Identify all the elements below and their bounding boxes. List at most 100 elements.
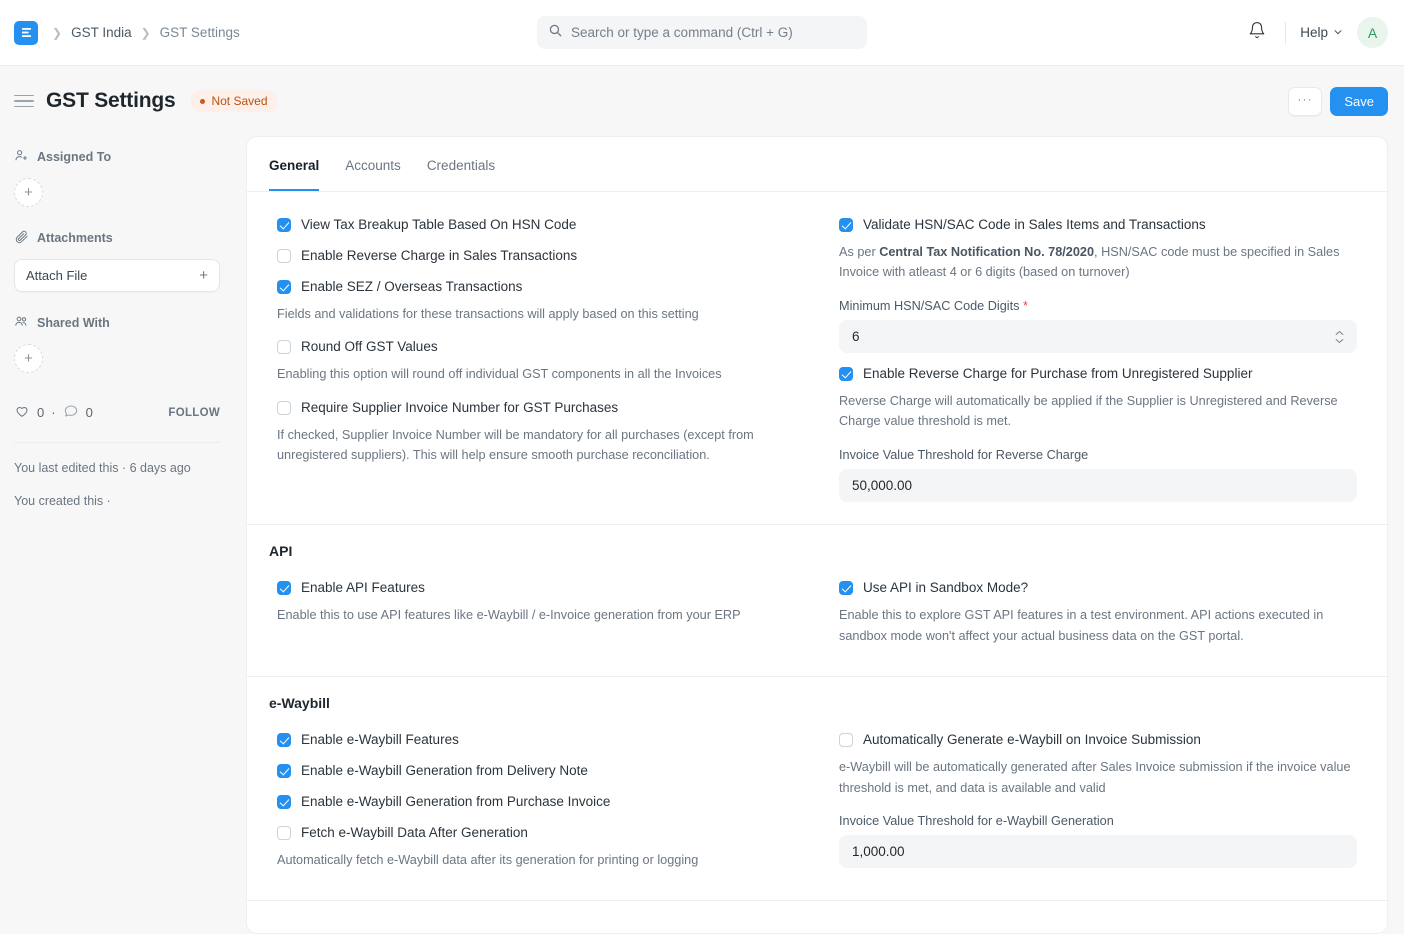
page-header: GST Settings Not Saved ··· Save [0,66,1404,136]
last-edited-text: You last edited this · 6 days ago [14,459,220,478]
heart-icon[interactable] [14,403,30,422]
checkbox-input[interactable] [277,218,291,232]
add-share-button[interactable]: + [14,344,43,373]
like-count: 0 [37,405,44,420]
section-api: API Enable API Features Enable this to u… [247,525,1387,677]
checkbox-label: Enable e-Waybill Features [301,732,459,749]
checkbox-reverse-charge-unregistered-supplier[interactable]: Enable Reverse Charge for Purchase from … [831,359,1365,390]
checkbox-label: Enable Reverse Charge for Purchase from … [863,366,1252,383]
required-asterisk: * [1023,299,1028,313]
checkbox-input[interactable] [277,401,291,415]
checkbox-input[interactable] [277,280,291,294]
tab-credentials[interactable]: Credentials [427,137,495,191]
help-menu-button[interactable]: Help [1300,25,1343,40]
top-navbar: ❯ GST India ❯ GST Settings Help [0,0,1404,66]
checkbox-label: Require Supplier Invoice Number for GST … [301,400,618,417]
add-assignment-button[interactable]: + [14,178,43,207]
checkbox-input[interactable] [277,764,291,778]
checkbox-input[interactable] [277,249,291,263]
checkbox-ewaybill-from-delivery-note[interactable]: Enable e-Waybill Generation from Deliver… [269,756,803,787]
checkbox-label: Enable e-Waybill Generation from Deliver… [301,763,588,780]
checkbox-input[interactable] [277,826,291,840]
social-bar: 0 · 0 FOLLOW [14,403,220,422]
checkbox-label: Enable API Features [301,580,425,597]
min-hsn-digits-input[interactable]: 6 [839,320,1357,353]
search-input[interactable] [571,25,856,40]
page-header-actions: ··· Save [1288,87,1388,116]
checkbox-fetch-ewaybill-data[interactable]: Fetch e-Waybill Data After Generation [269,818,803,849]
checkbox-use-api-sandbox-mode[interactable]: Use API in Sandbox Mode? [831,573,1365,604]
breadcrumb-item-gst-india[interactable]: GST India [71,25,132,40]
save-button[interactable]: Save [1330,87,1388,116]
breadcrumb-item-gst-settings[interactable]: GST Settings [160,25,240,40]
checkbox-input[interactable] [839,367,853,381]
search-icon [548,23,563,43]
comment-icon[interactable] [63,403,79,422]
help-text-reverse-charge: Reverse Charge will automatically be app… [831,390,1365,440]
checkbox-input[interactable] [277,733,291,747]
notification-reference-link[interactable]: Central Tax Notification No. 78/2020 [879,245,1094,259]
checkbox-input[interactable] [277,581,291,595]
user-plus-icon [14,148,29,166]
checkbox-require-supplier-invoice-number[interactable]: Require Supplier Invoice Number for GST … [269,393,803,424]
help-text-api-features: Enable this to use API features like e-W… [269,604,803,634]
checkbox-enable-api-features[interactable]: Enable API Features [269,573,803,604]
tab-accounts[interactable]: Accounts [345,137,401,191]
attach-file-label: Attach File [26,268,87,283]
help-text-validate-hsn: As per Central Tax Notification No. 78/2… [831,241,1365,291]
follow-button[interactable]: FOLLOW [168,407,220,419]
form-card: General Accounts Credentials View Tax Br… [246,136,1388,934]
status-badge: Not Saved [191,90,276,112]
checkbox-label: Round Off GST Values [301,339,438,356]
breadcrumb: ❯ GST India ❯ GST Settings [52,25,240,40]
plus-icon: + [24,184,33,201]
api-right-column: Use API in Sandbox Mode? Enable this to … [831,573,1365,654]
help-text-supplier-invoice-number: If checked, Supplier Invoice Number will… [269,424,803,474]
help-text-fetch-ewaybill: Automatically fetch e-Waybill data after… [269,849,803,879]
assigned-to-header: Assigned To [14,148,220,166]
checkbox-ewaybill-from-purchase-invoice[interactable]: Enable e-Waybill Generation from Purchas… [269,787,803,818]
checkbox-input[interactable] [839,581,853,595]
checkbox-auto-generate-ewaybill[interactable]: Automatically Generate e-Waybill on Invo… [831,725,1365,756]
help-text-prefix: As per [839,245,879,259]
avatar[interactable]: A [1357,17,1388,48]
users-icon [14,314,29,332]
help-label: Help [1300,25,1328,40]
app-logo-icon[interactable] [14,21,38,45]
notifications-button[interactable] [1243,19,1271,47]
shared-with-section: Shared With + [14,314,220,373]
field-label: Invoice Value Threshold for Reverse Char… [839,448,1357,462]
checkbox-input[interactable] [839,218,853,232]
checkbox-input[interactable] [277,795,291,809]
checkbox-enable-ewaybill-features[interactable]: Enable e-Waybill Features [269,725,803,756]
tab-general[interactable]: General [269,137,319,191]
checkbox-label: Automatically Generate e-Waybill on Invo… [863,732,1201,749]
threshold-ewaybill-input[interactable]: 1,000.00 [839,835,1357,868]
attach-file-button[interactable]: Attach File + [14,259,220,292]
help-text-round-off: Enabling this option will round off indi… [269,363,803,393]
section-title-api: API [269,543,1365,559]
checkbox-enable-sez-overseas[interactable]: Enable SEZ / Overseas Transactions [269,272,803,303]
help-text-sandbox-mode: Enable this to explore GST API features … [831,604,1365,654]
checkbox-enable-reverse-charge-sales[interactable]: Enable Reverse Charge in Sales Transacti… [269,241,803,272]
checkbox-label: Fetch e-Waybill Data After Generation [301,825,528,842]
threshold-reverse-charge-input[interactable]: 50,000.00 [839,469,1357,502]
checkbox-input[interactable] [839,733,853,747]
checkbox-view-tax-breakup-hsn[interactable]: View Tax Breakup Table Based On HSN Code [269,210,803,241]
checkbox-validate-hsn-sac-code[interactable]: Validate HSN/SAC Code in Sales Items and… [831,210,1365,241]
bell-icon [1248,21,1266,44]
checkbox-round-off-gst-values[interactable]: Round Off GST Values [269,332,803,363]
shared-with-label: Shared With [37,316,110,330]
breadcrumb-chevron-icon: ❯ [52,27,62,39]
sidebar-toggle-icon[interactable] [14,95,34,108]
chevron-down-icon [1333,25,1343,40]
api-left-column: Enable API Features Enable this to use A… [269,573,803,654]
checkbox-input[interactable] [277,340,291,354]
more-actions-button[interactable]: ··· [1288,87,1322,116]
field-min-hsn-digits: Minimum HSN/SAC Code Digits * 6 [831,291,1365,353]
plus-icon: + [199,267,208,284]
field-value: 6 [852,329,860,344]
search-bar[interactable] [537,16,867,49]
field-label: Minimum HSN/SAC Code Digits * [839,299,1357,313]
number-stepper[interactable] [1335,330,1344,344]
